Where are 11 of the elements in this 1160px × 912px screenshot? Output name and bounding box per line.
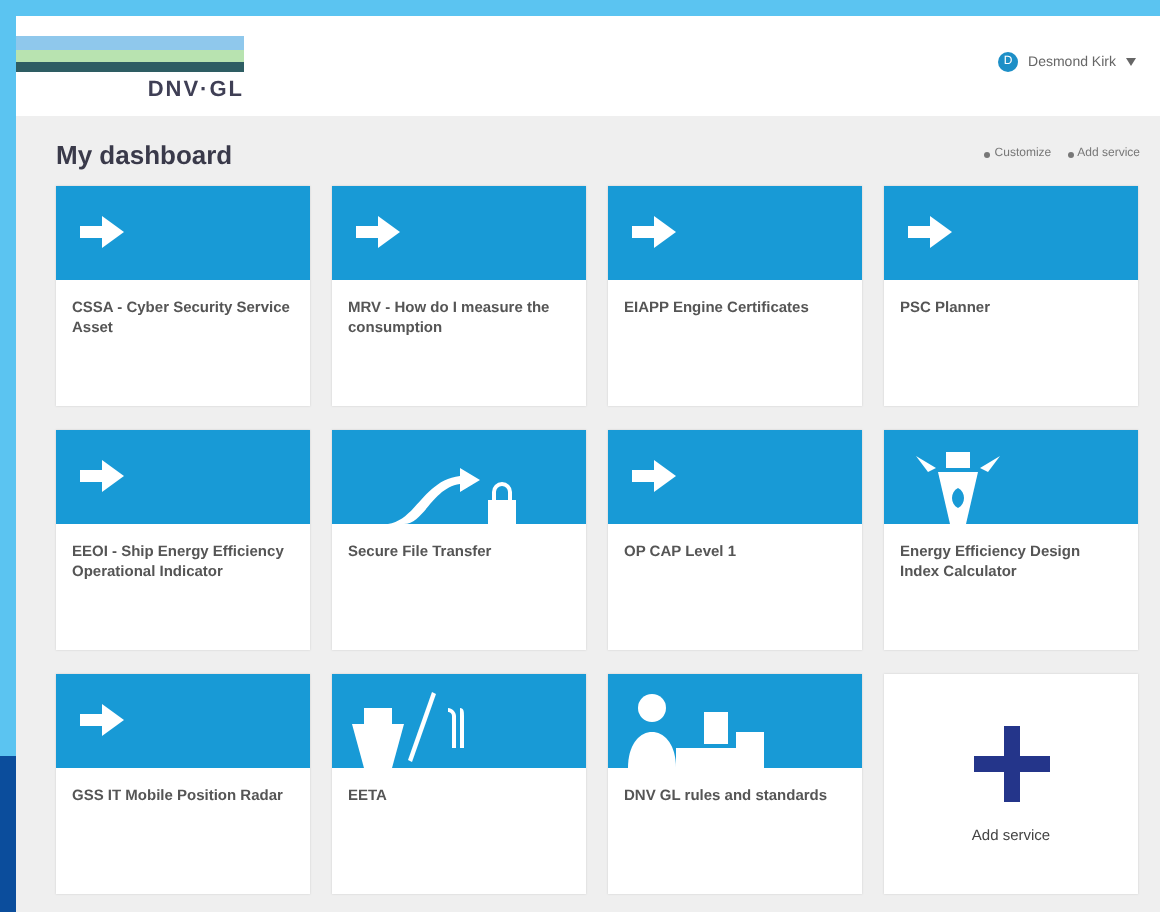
logo-text: DNV·GL: [147, 78, 244, 102]
plus-icon: [973, 725, 1049, 801]
caret-icon[interactable]: [1126, 58, 1136, 66]
arrow-icon: [80, 460, 124, 492]
arrow-icon: [632, 460, 676, 492]
arrow-icon: [80, 704, 124, 736]
arrow-icon: [356, 216, 400, 248]
arrow-icon: [908, 216, 952, 248]
page-title: My dashboard: [56, 139, 233, 169]
arrow-icon: [632, 216, 676, 248]
arrow-icon: [80, 216, 124, 248]
